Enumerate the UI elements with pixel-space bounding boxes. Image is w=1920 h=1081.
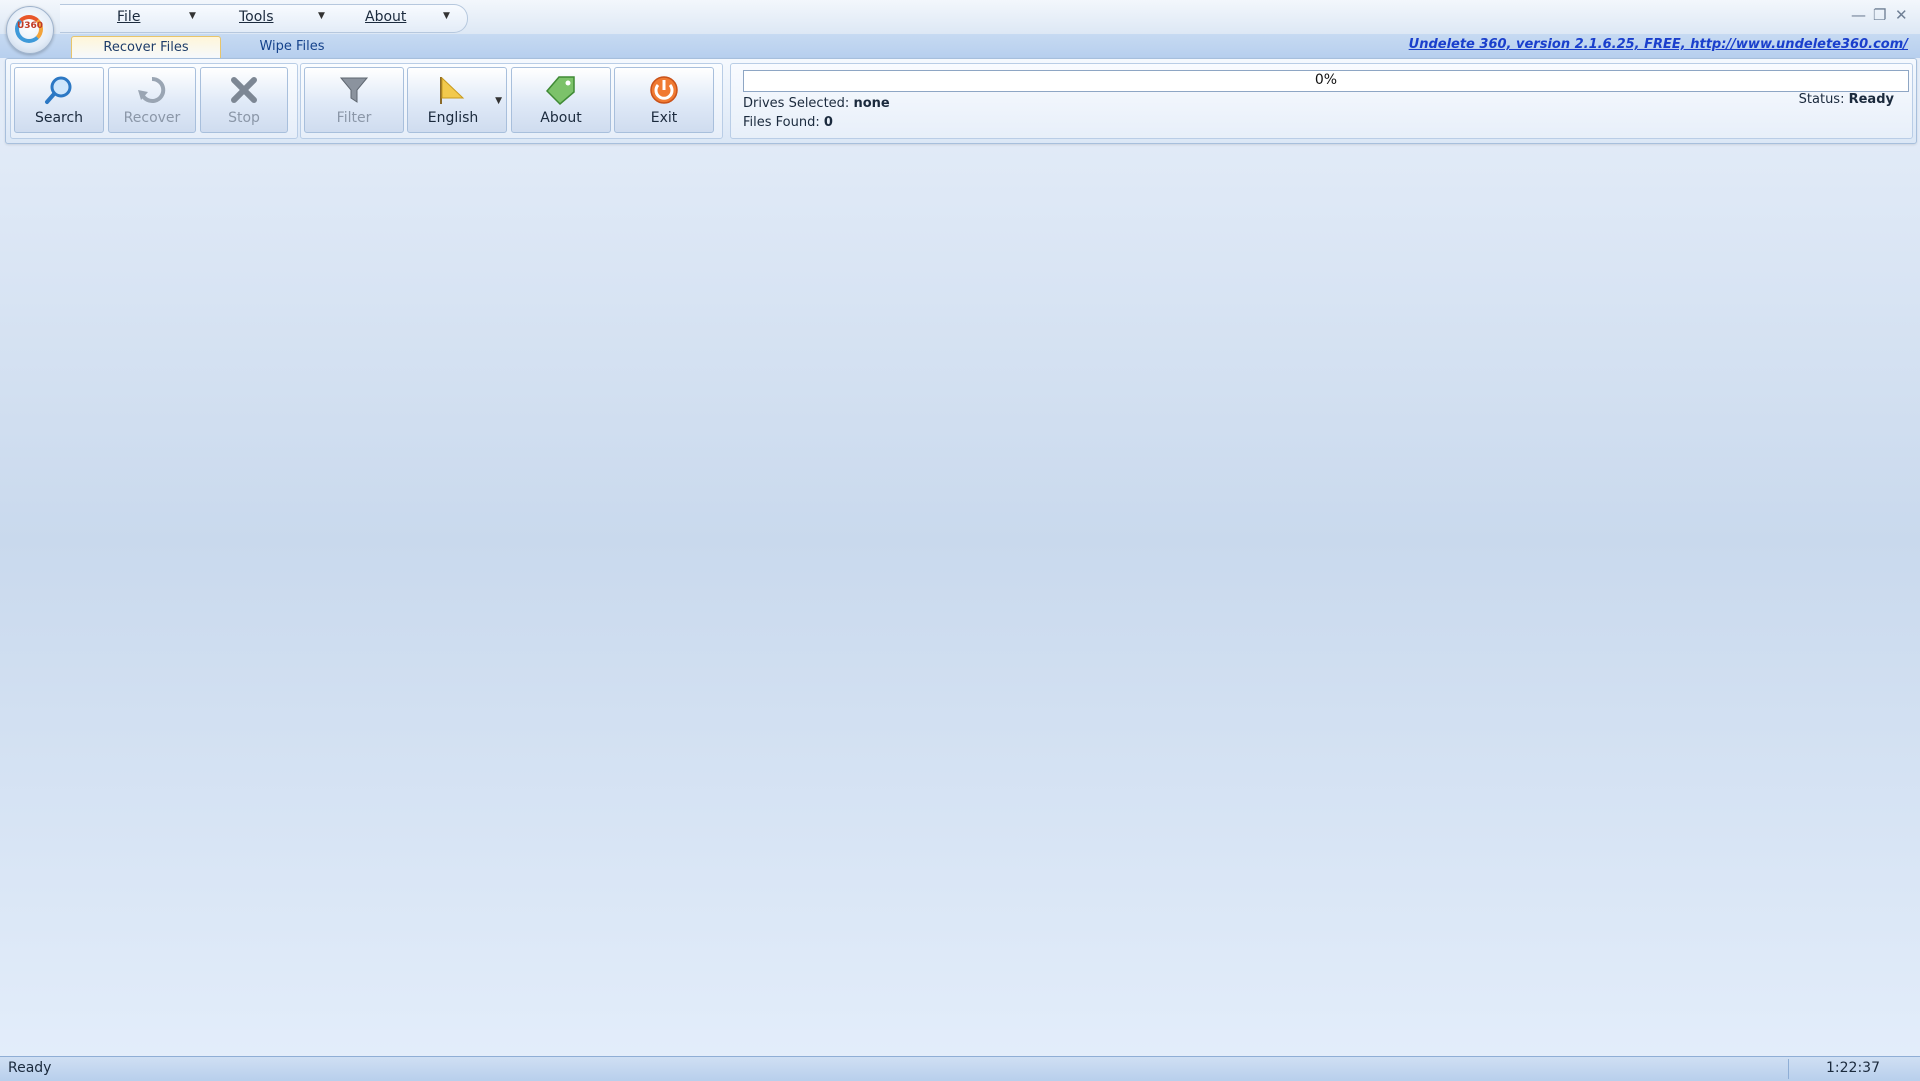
restore-icon[interactable]: ❐ [1873, 6, 1886, 24]
tab-recover-files[interactable]: Recover Files [71, 36, 221, 59]
search-button-label: Search [34, 110, 84, 126]
status-bar-time: 1:22:37 [1826, 1060, 1880, 1076]
chevron-down-icon: ▼ [495, 96, 502, 106]
tab-wipe-files[interactable]: Wipe Files [218, 36, 366, 58]
language-label: English [427, 110, 479, 126]
menu-bar: File ▼ Tools ▼ About ▼ [60, 4, 468, 33]
chevron-down-icon: ▼ [443, 11, 450, 21]
logo-text: U360 [16, 21, 44, 31]
status-bar-divider [1788, 1059, 1789, 1079]
stop-button-label: Stop [228, 110, 260, 126]
app-logo-button[interactable]: U360 [6, 6, 54, 54]
ribbon: Search Recover Stop Filter English ▼ Abo… [5, 58, 1917, 144]
filter-button[interactable]: Filter [304, 67, 404, 133]
flag-icon [440, 76, 465, 104]
main-content-area [0, 143, 1920, 1056]
chevron-down-icon: ▼ [318, 11, 325, 21]
recover-button-label: Recover [123, 110, 181, 126]
recover-button[interactable]: Recover [108, 67, 196, 133]
files-found-value: 0 [823, 115, 833, 130]
status-bar: Ready 1:22:37 [0, 1056, 1920, 1081]
recover-arrow-icon [138, 76, 166, 103]
ribbon-tabs: Recover Files Wipe Files Undelete 360, v… [0, 34, 1920, 59]
exit-button-label: Exit [650, 110, 678, 126]
magnifier-icon [45, 76, 72, 104]
menu-about[interactable]: About ▼ [365, 9, 455, 29]
minimize-icon[interactable]: — [1851, 6, 1866, 24]
menu-tools-label: Tools [239, 9, 274, 25]
chevron-down-icon: ▼ [189, 11, 196, 21]
menu-file-label: File [117, 9, 141, 25]
menu-about-label: About [365, 9, 407, 25]
drives-selected-line: Drives Selected: none [743, 96, 890, 111]
group-options: Filter English ▼ About Exit [300, 63, 723, 139]
version-link[interactable]: Undelete 360, version 2.1.6.25, FREE, ht… [1409, 37, 1908, 52]
status-bar-text: Ready [8, 1060, 52, 1076]
funnel-icon [339, 77, 369, 103]
app-window: File ▼ Tools ▼ About ▼ — ❐ ✕ U360 Recove… [0, 0, 1920, 1081]
stop-button[interactable]: Stop [200, 67, 288, 133]
drives-selected-label: Drives Selected: [743, 96, 850, 111]
info-panel: 0% Drives Selected: none Files Found: 0 … [730, 63, 1913, 139]
progress-label: 0% [1314, 72, 1338, 88]
close-icon[interactable]: ✕ [1895, 6, 1908, 24]
status-line: Status: Ready [1799, 92, 1894, 107]
status-value: Ready [1848, 92, 1894, 107]
x-icon [231, 77, 257, 103]
menu-tools[interactable]: Tools ▼ [239, 9, 327, 29]
filter-button-label: Filter [336, 110, 372, 126]
files-found-label: Files Found: [743, 115, 820, 130]
files-found-line: Files Found: 0 [743, 115, 833, 130]
tag-icon [545, 76, 575, 106]
menu-file[interactable]: File ▼ [117, 9, 197, 29]
drives-selected-value: none [853, 96, 890, 111]
search-button[interactable]: Search [14, 67, 104, 133]
group-scan: Search Recover Stop [10, 63, 298, 139]
title-bar: File ▼ Tools ▼ About ▼ — ❐ ✕ [0, 0, 1920, 34]
language-dropdown[interactable]: English ▼ [407, 67, 507, 133]
exit-button[interactable]: Exit [614, 67, 714, 133]
progress-bar: 0% [743, 70, 1909, 92]
power-icon [650, 76, 678, 104]
about-button[interactable]: About [511, 67, 611, 133]
about-button-label: About [540, 110, 582, 126]
status-label: Status: [1798, 92, 1845, 107]
